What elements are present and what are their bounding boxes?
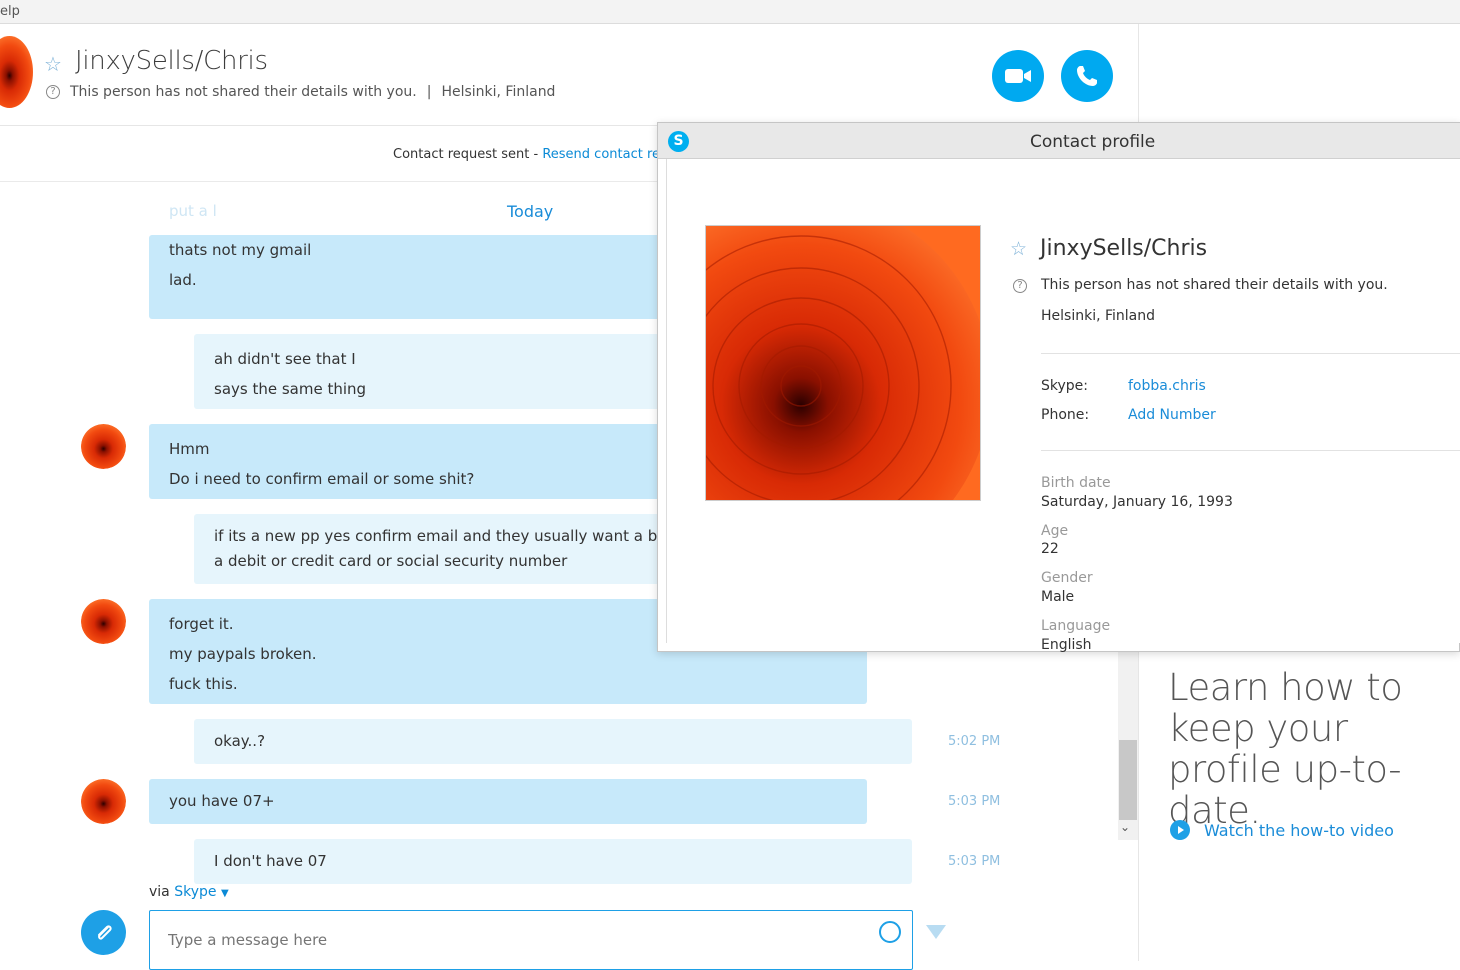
gender-label: Gender bbox=[1041, 570, 1093, 586]
request-sent-text: Contact request sent - bbox=[393, 147, 543, 162]
conversation-header: ☆ JinxySells/Chris ? This person has not… bbox=[0, 24, 1138, 126]
emoticon-icon[interactable] bbox=[879, 921, 901, 943]
contact-name[interactable]: JinxySells/Chris bbox=[75, 46, 268, 76]
contact-avatar[interactable] bbox=[81, 779, 126, 824]
birth-date-value: Saturday, January 16, 1993 bbox=[1041, 494, 1233, 510]
message-bubble[interactable]: you have 07+ bbox=[149, 779, 867, 824]
language-label: Language bbox=[1041, 618, 1111, 634]
message-bubble[interactable]: okay..? bbox=[194, 719, 912, 764]
skype-label: Skype: bbox=[1041, 378, 1088, 394]
age-value: 22 bbox=[1041, 541, 1059, 557]
attach-button[interactable] bbox=[81, 910, 126, 955]
day-divider: Today bbox=[507, 202, 554, 221]
favorite-star-icon[interactable]: ☆ bbox=[1010, 238, 1027, 260]
phone-label: Phone: bbox=[1041, 407, 1090, 423]
message-bubble[interactable]: Hmm Do i need to confirm email or some s… bbox=[149, 424, 669, 499]
not-shared-text: This person has not shared their details… bbox=[70, 84, 417, 100]
send-icon[interactable] bbox=[925, 924, 947, 940]
message-bubble[interactable]: if its a new pp yes confirm email and th… bbox=[194, 514, 664, 584]
profile-photo bbox=[705, 225, 981, 501]
age-label: Age bbox=[1041, 523, 1069, 539]
divider bbox=[1041, 450, 1460, 451]
resend-request-link[interactable]: Resend contact re bbox=[542, 147, 660, 162]
paperclip-icon bbox=[97, 924, 112, 940]
scroll-down-arrow-icon[interactable]: ⌄ bbox=[1120, 820, 1130, 834]
contact-avatar[interactable] bbox=[81, 424, 126, 469]
help-question-icon: ? bbox=[1013, 279, 1027, 293]
faded-text: put a l bbox=[169, 202, 217, 220]
audio-call-button[interactable] bbox=[1061, 50, 1113, 102]
contact-profile-window: S Contact profile ☆ JinxySells/Chris ? T… bbox=[657, 122, 1460, 653]
contact-avatar[interactable] bbox=[81, 599, 126, 644]
message-bubble[interactable]: thats not my gmail lad. bbox=[149, 235, 669, 319]
help-question-icon: ? bbox=[46, 85, 60, 99]
window-titlebar[interactable]: S Contact profile bbox=[658, 123, 1460, 159]
message-input[interactable] bbox=[149, 910, 913, 970]
menu-bar: elp bbox=[0, 0, 1460, 24]
skype-id-link[interactable]: fobba.chris bbox=[1128, 378, 1206, 394]
separator: | bbox=[426, 84, 432, 100]
profile-content: ☆ JinxySells/Chris ? This person has not… bbox=[666, 159, 1460, 653]
divider bbox=[1041, 353, 1460, 354]
phone-icon bbox=[1077, 66, 1097, 86]
video-call-button[interactable] bbox=[992, 50, 1044, 102]
message-bubble[interactable]: ah didn't see that I says the same thing bbox=[194, 334, 664, 409]
service-dropdown[interactable]: Skype bbox=[174, 884, 216, 900]
profile-name: JinxySells/Chris bbox=[1040, 236, 1208, 261]
favorite-star-icon[interactable]: ☆ bbox=[44, 52, 62, 76]
video-camera-icon bbox=[1005, 69, 1031, 83]
scrollbar-thumb[interactable] bbox=[1119, 740, 1137, 820]
language-value: English bbox=[1041, 637, 1092, 653]
dropdown-caret-icon: ▼ bbox=[220, 888, 229, 899]
contact-location: Helsinki, Finland bbox=[441, 84, 556, 100]
via-service-selector[interactable]: via Skype ▼ bbox=[149, 884, 229, 900]
gender-value: Male bbox=[1041, 589, 1075, 605]
skype-logo-icon: S bbox=[668, 131, 689, 152]
promo-title: Learn how to keep your profile up-to-dat… bbox=[1168, 666, 1403, 832]
message-timestamp: 5:03 PM bbox=[948, 794, 1001, 809]
profile-location: Helsinki, Finland bbox=[1041, 308, 1156, 324]
message-bubble[interactable]: I don't have 07 bbox=[194, 839, 912, 884]
profile-not-shared: This person has not shared their details… bbox=[1041, 277, 1388, 293]
birth-date-label: Birth date bbox=[1041, 475, 1111, 491]
contact-avatar[interactable] bbox=[0, 36, 33, 108]
contact-subtitle: ? This person has not shared their detai… bbox=[46, 84, 555, 100]
message-timestamp: 5:02 PM bbox=[948, 734, 1001, 749]
message-timestamp: 5:03 PM bbox=[948, 854, 1001, 869]
add-number-link[interactable]: Add Number bbox=[1128, 407, 1216, 423]
play-icon bbox=[1170, 820, 1190, 840]
window-title: Contact profile bbox=[1030, 132, 1156, 152]
menu-help[interactable]: elp bbox=[0, 4, 20, 19]
watch-video-link[interactable]: Watch the how-to video bbox=[1170, 820, 1394, 840]
